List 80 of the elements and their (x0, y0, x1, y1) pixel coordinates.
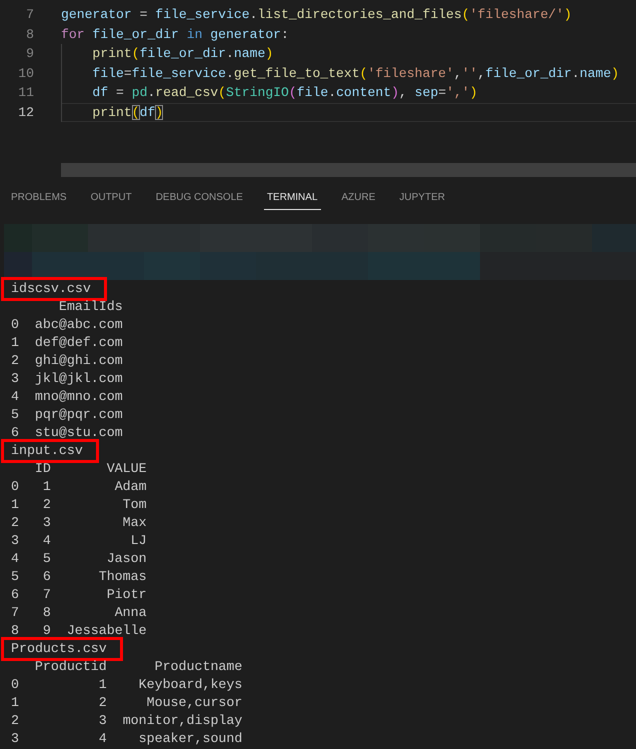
panel-tab[interactable]: JUPYTER (396, 188, 448, 210)
row-index: 3 (11, 533, 19, 548)
panel-tab[interactable]: AZURE (338, 188, 378, 210)
code-line: file=file_service.get_file_to_text('fileshare','',file_or_dir.name) (92, 64, 619, 82)
table-cell: 4 (42, 533, 51, 548)
code-line: df = pd.read_csv(StringIO(file.content), sep=',') (92, 84, 478, 102)
table-cell: Keyboard,keys (138, 677, 242, 692)
table-cell: abc@abc.com (34, 317, 123, 332)
table-cell: 6 (42, 569, 51, 584)
panel-tab[interactable]: OUTPUT (88, 188, 135, 210)
file-name: idscsv.csv (1, 277, 107, 301)
row-index: 0 (11, 479, 19, 494)
row-index: 2 (11, 515, 19, 530)
table-cell: jkl@jkl.com (34, 371, 123, 386)
row-index: 3 (11, 371, 19, 386)
code-line: print(file_or_dir.name) (92, 45, 274, 62)
row-index: 4 (11, 389, 19, 404)
table-cell: 7 (42, 587, 51, 602)
table-cell: 9 (42, 623, 51, 638)
code-line: generator = file_service.list_directories_and_files('fileshare/') (61, 6, 572, 24)
line-number: 11 (17, 84, 34, 102)
column-header: Productname (154, 659, 242, 674)
table-cell: 3 (98, 713, 107, 728)
table-cell: 2 (98, 695, 107, 710)
panel-tab[interactable]: PROBLEMS (8, 188, 70, 210)
column-header: VALUE (106, 461, 147, 476)
table-cell: Mouse,cursor (146, 695, 242, 710)
table-cell: speaker,sound (138, 731, 242, 746)
table-cell: 4 (98, 731, 107, 746)
row-index: 2 (11, 713, 19, 728)
line-number: 12 (17, 104, 34, 122)
panel-tab[interactable]: DEBUG CONSOLE (152, 188, 246, 210)
table-cell: 1 (98, 677, 107, 692)
file-name: input.csv (1, 439, 99, 463)
table-cell: def@def.com (34, 335, 123, 350)
table-cell: 5 (42, 551, 51, 566)
table-cell: 1 (42, 479, 51, 494)
line-number: 7 (25, 6, 34, 24)
code-line: print(df) (92, 104, 164, 121)
table-cell: Piotr (106, 587, 147, 602)
row-index: 5 (11, 569, 19, 584)
table-cell: Max (122, 515, 147, 530)
table-cell: 2 (42, 497, 51, 512)
table-cell: stu@stu.com (34, 425, 123, 440)
row-index: 5 (11, 407, 19, 422)
table-cell: 8 (42, 605, 51, 620)
row-index: 6 (11, 425, 19, 440)
table-cell: Tom (122, 497, 147, 512)
horizontal-scrollbar[interactable] (61, 163, 636, 177)
row-index: 7 (11, 605, 19, 620)
file-name: Products.csv (1, 637, 123, 661)
table-cell: mno@mno.com (34, 389, 123, 404)
row-index: 1 (11, 497, 19, 512)
table-cell: Jason (106, 551, 147, 566)
column-header: Productid (34, 659, 107, 674)
table-cell: 3 (42, 515, 51, 530)
row-index: 2 (11, 353, 19, 368)
line-number: 10 (17, 64, 34, 82)
column-header: EmailIds (58, 299, 123, 314)
table-cell: pqr@pqr.com (34, 407, 123, 422)
table-cell: Thomas (98, 569, 147, 584)
line-number: 8 (25, 26, 34, 44)
table-cell: Anna (114, 605, 147, 620)
panel-tab[interactable]: TERMINAL (264, 188, 320, 210)
row-index: 0 (11, 677, 19, 692)
row-index: 4 (11, 551, 19, 566)
row-index: 1 (11, 695, 19, 710)
code-line: for file_or_dir in generator: (61, 26, 289, 43)
table-cell: Adam (114, 479, 147, 494)
table-cell: LJ (130, 533, 147, 548)
row-index: 0 (11, 317, 19, 332)
table-cell: monitor,display (122, 713, 242, 728)
row-index: 1 (11, 335, 19, 350)
row-index: 3 (11, 731, 19, 746)
line-number: 9 (25, 45, 34, 63)
column-header: ID (34, 461, 51, 476)
row-index: 6 (11, 587, 19, 602)
row-index: 8 (11, 623, 19, 638)
table-cell: Jessabelle (66, 623, 147, 638)
table-cell: ghi@ghi.com (34, 353, 123, 368)
